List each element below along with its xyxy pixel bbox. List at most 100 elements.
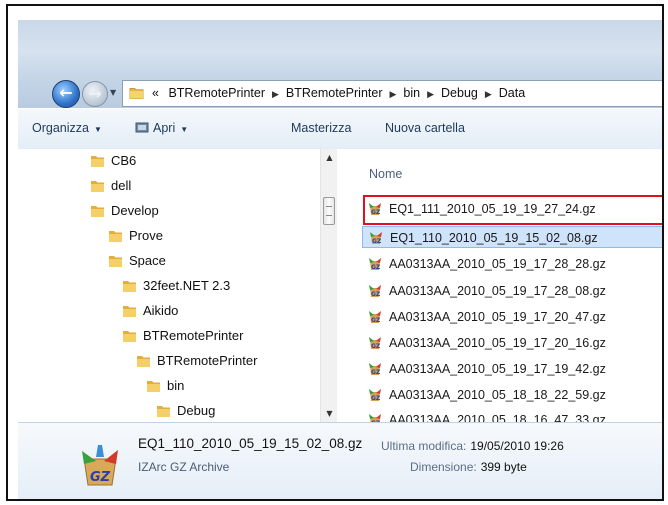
- details-size: Dimensione: 399 byte: [410, 460, 527, 474]
- scroll-down-icon[interactable]: ▼: [321, 405, 338, 422]
- tree-item-label: 32feet.NET 2.3: [143, 278, 231, 293]
- tree-item[interactable]: Aikido: [122, 303, 178, 318]
- details-file-name: EQ1_110_2010_05_19_15_02_08.gz: [138, 436, 363, 451]
- gz-archive-icon: GZ: [369, 311, 381, 324]
- svg-text:GZ: GZ: [371, 264, 381, 271]
- svg-text:GZ: GZ: [372, 238, 382, 245]
- screenshot-frame: ← → ▼ « BTRemotePrinter ▶ BTRemotePrinter ▶…: [6, 4, 664, 501]
- gz-archive-icon: GZ: [369, 363, 381, 376]
- command-bar: Organizza ▼ Apri ▼ Masterizza Nuova cartel…: [18, 108, 662, 150]
- tree-item-label: CB6: [111, 153, 137, 168]
- svg-text:GZ: GZ: [371, 369, 381, 376]
- size-label: Dimensione:: [410, 460, 477, 474]
- file-row[interactable]: GZ AA0313AA_2010_05_19_17_19_42.gz: [362, 358, 662, 380]
- organize-label: Organizza: [32, 121, 89, 135]
- tree-item[interactable]: CB6: [90, 153, 136, 168]
- file-name: AA0313AA_2010_05_19_17_19_42.gz: [389, 362, 606, 376]
- open-icon: [135, 122, 149, 133]
- svg-text:GZ: GZ: [90, 470, 111, 485]
- file-name: AA0313AA_2010_05_19_17_28_08.gz: [389, 284, 606, 298]
- open-label: Apri: [153, 121, 176, 135]
- gz-archive-icon: GZ: [369, 389, 381, 402]
- size-value: 399 byte: [480, 460, 527, 474]
- breadcrumb-item[interactable]: Debug: [441, 86, 478, 100]
- tree-item[interactable]: Develop: [90, 203, 159, 218]
- breadcrumb: « BTRemotePrinter ▶ BTRemotePrinter ▶ bin ▶ De…: [152, 86, 525, 100]
- folder-icon: [157, 406, 170, 417]
- breadcrumb-item[interactable]: Data: [499, 86, 525, 100]
- new-folder-label: Nuova cartella: [385, 121, 465, 135]
- chevron-down-icon: ▼: [93, 125, 102, 134]
- chevron-right-icon[interactable]: ▶: [272, 89, 279, 99]
- folder-icon: [123, 306, 136, 317]
- svg-text:GZ: GZ: [371, 343, 381, 350]
- file-row[interactable]: GZ AA0313AA_2010_05_19_17_20_16.gz: [362, 332, 662, 354]
- tree-item[interactable]: dell: [90, 178, 131, 193]
- back-arrow-icon: ←: [59, 83, 73, 102]
- tree-item-label: Prove: [129, 228, 163, 243]
- column-header-name[interactable]: Nome: [369, 167, 402, 181]
- burn-button[interactable]: Masterizza: [291, 121, 351, 135]
- file-row-selected[interactable]: GZ EQ1_110_2010_05_19_15_02_08.gz: [362, 226, 662, 248]
- scroll-up-icon[interactable]: ▲: [321, 149, 338, 166]
- open-button[interactable]: Apri ▼: [135, 121, 188, 135]
- tree-item-label: BTRemotePrinter: [143, 328, 244, 343]
- tree-item[interactable]: BTRemotePrinter: [122, 328, 243, 343]
- folder-icon: [123, 331, 136, 342]
- breadcrumb-item[interactable]: BTRemotePrinter: [168, 86, 265, 100]
- details-modified: Ultima modifica: 19/05/2010 19:26: [381, 439, 564, 453]
- file-list[interactable]: Nome GZ EQ1_111_2010_05_19_19_27_24.gz GZ…: [337, 149, 662, 427]
- tree-item[interactable]: Space: [108, 253, 166, 268]
- file-row[interactable]: GZ AA0313AA_2010_05_18_18_22_59.gz: [362, 384, 662, 406]
- gz-archive-icon: GZ: [369, 337, 381, 350]
- tree-item[interactable]: 32feet.NET 2.3: [122, 278, 230, 293]
- organize-button[interactable]: Organizza ▼: [32, 121, 102, 135]
- svg-text:GZ: GZ: [371, 395, 381, 402]
- tree-item-label: Develop: [111, 203, 159, 218]
- breadcrumb-item[interactable]: BTRemotePrinter: [286, 86, 383, 100]
- details-pane: GZ EQ1_110_2010_05_19_15_02_08.gz IZArc …: [18, 422, 662, 499]
- back-button[interactable]: ←: [52, 80, 80, 108]
- breadcrumb-item[interactable]: bin: [403, 86, 420, 100]
- chevron-right-icon[interactable]: ▶: [427, 89, 434, 99]
- navigation-pane[interactable]: CB6 dell Develop Prove Space 32feet.NET …: [18, 149, 337, 422]
- tree-item[interactable]: Prove: [108, 228, 163, 243]
- title-bar: ← → ▼ « BTRemotePrinter ▶ BTRemotePrinter ▶…: [18, 20, 662, 108]
- tree-item[interactable]: bin: [146, 378, 184, 393]
- tree-item-label: bin: [167, 378, 185, 393]
- scrollbar-thumb[interactable]: [323, 197, 335, 225]
- tree-item[interactable]: BTRemotePrinter: [136, 353, 257, 368]
- tree-item[interactable]: Debug: [156, 403, 215, 418]
- recent-pages-dropdown-icon[interactable]: ▼: [110, 88, 116, 97]
- chevron-down-icon: ▼: [180, 125, 189, 134]
- file-row[interactable]: GZ AA0313AA_2010_05_19_17_20_47.gz: [362, 306, 662, 328]
- folder-icon: [91, 181, 104, 192]
- gz-archive-icon: GZ: [369, 285, 381, 298]
- modified-label: Ultima modifica:: [381, 439, 467, 453]
- file-row[interactable]: GZ AA0313AA_2010_05_19_17_28_08.gz: [362, 280, 662, 302]
- file-name: AA0313AA_2010_05_18_18_22_59.gz: [389, 388, 606, 402]
- navigation-scrollbar[interactable]: ▲ ▼: [320, 149, 338, 422]
- address-bar[interactable]: « BTRemotePrinter ▶ BTRemotePrinter ▶ bin ▶ De…: [122, 80, 662, 107]
- folder-icon: [147, 381, 160, 392]
- forward-button[interactable]: →: [82, 81, 108, 107]
- chevron-right-icon[interactable]: ▶: [485, 89, 492, 99]
- file-name: AA0313AA_2010_05_19_17_28_28.gz: [389, 257, 606, 271]
- new-folder-button[interactable]: Nuova cartella: [385, 121, 465, 135]
- folder-icon: [91, 206, 104, 217]
- tree-item-label: BTRemotePrinter: [157, 353, 258, 368]
- folder-icon: [129, 87, 144, 99]
- file-name: AA0313AA_2010_05_19_17_20_47.gz: [389, 310, 606, 324]
- svg-text:GZ: GZ: [371, 317, 381, 324]
- folder-icon: [109, 231, 122, 242]
- folder-icon: [123, 281, 136, 292]
- breadcrumb-overflow[interactable]: «: [152, 86, 159, 100]
- file-name: EQ1_110_2010_05_19_15_02_08.gz: [390, 231, 598, 245]
- burn-label: Masterizza: [291, 121, 352, 135]
- tree-item-label: Aikido: [143, 303, 179, 318]
- tree-item-label: Debug: [177, 403, 216, 418]
- chevron-right-icon[interactable]: ▶: [389, 89, 396, 99]
- file-row[interactable]: GZ AA0313AA_2010_05_19_17_28_28.gz: [362, 253, 662, 275]
- file-name: AA0313AA_2010_05_19_17_20_16.gz: [389, 336, 606, 350]
- tree-item-label: Space: [129, 253, 166, 268]
